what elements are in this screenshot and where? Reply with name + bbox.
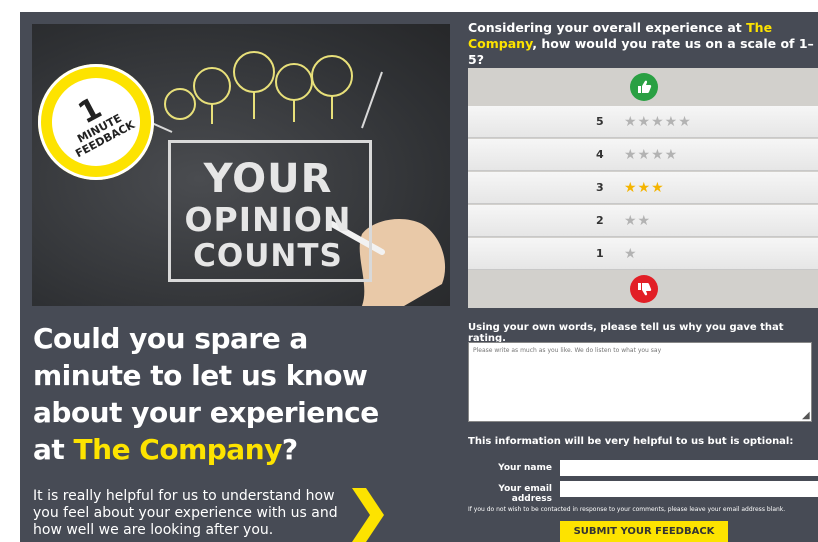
email-disclaimer: If you do not wish to be contacted in re…	[468, 506, 786, 513]
star-rating-icon: ★★★	[624, 179, 665, 196]
star-rating-icon: ★★★★	[624, 146, 679, 163]
rating-number: 1	[596, 247, 604, 260]
chalk-text-your: YOUR	[203, 156, 333, 202]
rating-scale: 5 ★★★★★ 4 ★★★★ 3 ★★★ 2 ★★ 1 ★	[468, 68, 818, 308]
rating-number: 4	[596, 148, 604, 161]
rating-option-5[interactable]: 5 ★★★★★	[468, 106, 818, 138]
rating-option-4[interactable]: 4 ★★★★	[468, 139, 818, 171]
headline-end: ?	[281, 433, 298, 466]
question-prefix: Considering your overall experience at	[468, 20, 747, 35]
star-rating-icon: ★	[624, 245, 638, 262]
one-minute-feedback-badge: 1 MINUTE FEEDBACK	[36, 62, 156, 182]
name-input[interactable]	[560, 460, 818, 476]
reason-label: Using your own words, please tell us why…	[468, 322, 784, 344]
submit-feedback-button[interactable]: SUBMIT YOUR FEEDBACK	[560, 521, 728, 542]
rating-option-2[interactable]: 2 ★★	[468, 205, 818, 237]
hero-image: 1 MINUTE FEEDBACK YOUR OPINION COUNTS	[32, 24, 450, 306]
rating-number: 2	[596, 214, 604, 227]
reason-textarea[interactable]	[468, 342, 812, 422]
rating-number: 5	[596, 115, 604, 128]
email-input[interactable]	[560, 481, 818, 497]
headline: Could you spare a minute to let us know …	[33, 320, 413, 468]
chevron-right-icon	[352, 488, 384, 542]
rating-number: 3	[596, 181, 604, 194]
name-label: Your name	[498, 463, 552, 473]
rating-question: Considering your overall experience at T…	[468, 20, 818, 68]
rating-option-1[interactable]: 1 ★	[468, 238, 818, 270]
chalk-text-counts: COUNTS	[193, 238, 343, 274]
chalk-text-opinion: OPINION	[184, 200, 352, 239]
headline-company: The Company	[73, 433, 283, 466]
thumbs-up-icon	[630, 73, 658, 101]
optional-info-label: This information will be very helpful to…	[468, 436, 794, 447]
rating-option-3[interactable]: 3 ★★★	[468, 172, 818, 204]
star-rating-icon: ★★	[624, 212, 652, 229]
resize-handle-icon[interactable]: ◢	[802, 410, 810, 421]
intro-text: It is really helpful for us to understan…	[33, 488, 338, 538]
star-rating-icon: ★★★★★	[624, 113, 692, 130]
thumbs-down-icon	[630, 275, 658, 303]
email-label: Your email address	[498, 484, 552, 504]
